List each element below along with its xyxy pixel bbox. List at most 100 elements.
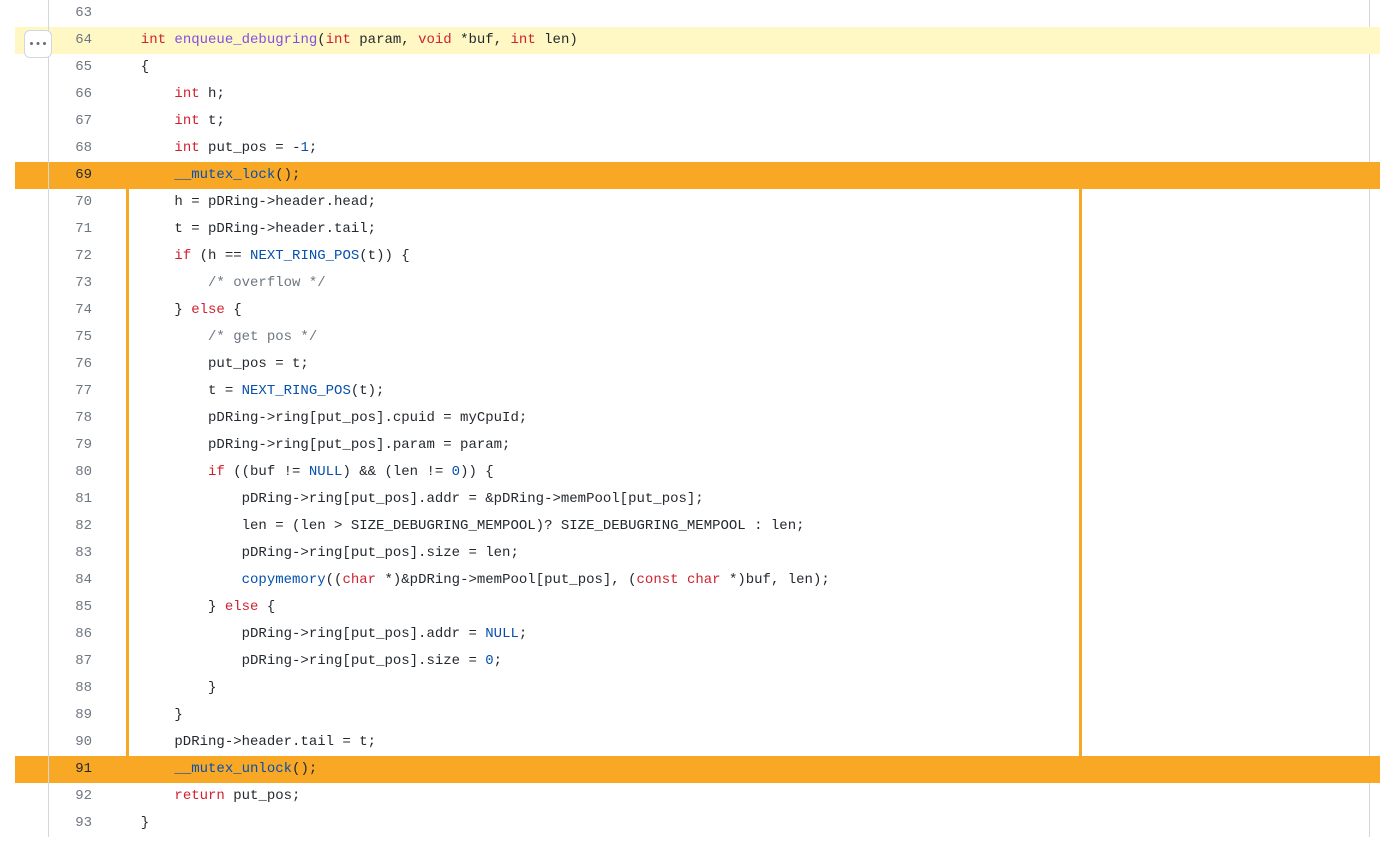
line-number[interactable]: 78: [15, 405, 110, 432]
code-line[interactable]: 91 __mutex_unlock();: [15, 756, 1380, 783]
line-number[interactable]: 84: [15, 567, 110, 594]
code-line[interactable]: 69 __mutex_lock();: [15, 162, 1380, 189]
code-line[interactable]: 72 if (h == NEXT_RING_POS(t)) {: [15, 243, 1380, 270]
code-content[interactable]: t = NEXT_RING_POS(t);: [110, 378, 1380, 405]
code-content[interactable]: len = (len > SIZE_DEBUGRING_MEMPOOL)? SI…: [110, 513, 1380, 540]
code-token: [124, 572, 242, 588]
code-line[interactable]: 67 int t;: [15, 108, 1380, 135]
code-line[interactable]: 70 h = pDRing->header.head;: [15, 189, 1380, 216]
code-content[interactable]: /* get pos */: [110, 324, 1380, 351]
line-number[interactable]: 70: [15, 189, 110, 216]
line-number[interactable]: 91: [15, 756, 110, 783]
code-content[interactable]: pDRing->ring[put_pos].size = 0;: [110, 648, 1380, 675]
code-line[interactable]: 66 int h;: [15, 81, 1380, 108]
line-number[interactable]: 80: [15, 459, 110, 486]
line-number[interactable]: 72: [15, 243, 110, 270]
code-line[interactable]: 85 } else {: [15, 594, 1380, 621]
code-line[interactable]: 65 {: [15, 54, 1380, 81]
code-line[interactable]: 63: [15, 0, 1380, 27]
line-number[interactable]: 85: [15, 594, 110, 621]
code-line[interactable]: 76 put_pos = t;: [15, 351, 1380, 378]
code-content[interactable]: pDRing->ring[put_pos].addr = NULL;: [110, 621, 1380, 648]
code-line[interactable]: 84 copymemory((char *)&pDRing->memPool[p…: [15, 567, 1380, 594]
code-content[interactable]: }: [110, 675, 1380, 702]
line-number[interactable]: 75: [15, 324, 110, 351]
code-line[interactable]: 89 }: [15, 702, 1380, 729]
line-actions-button[interactable]: [24, 30, 52, 58]
code-content[interactable]: } else {: [110, 594, 1380, 621]
line-number[interactable]: 92: [15, 783, 110, 810]
code-content[interactable]: put_pos = t;: [110, 351, 1380, 378]
code-line[interactable]: 81 pDRing->ring[put_pos].addr = &pDRing-…: [15, 486, 1380, 513]
line-number[interactable]: 69: [15, 162, 110, 189]
code-line[interactable]: 90 pDRing->header.tail = t;: [15, 729, 1380, 756]
line-number[interactable]: 63: [15, 0, 110, 27]
code-content[interactable]: t = pDRing->header.tail;: [110, 216, 1380, 243]
code-content[interactable]: }: [110, 702, 1380, 729]
code-content[interactable]: } else {: [110, 297, 1380, 324]
code-content[interactable]: [110, 0, 1380, 27]
line-number[interactable]: 90: [15, 729, 110, 756]
code-content[interactable]: int put_pos = -1;: [110, 135, 1380, 162]
line-number[interactable]: 79: [15, 432, 110, 459]
code-content[interactable]: {: [110, 54, 1380, 81]
code-content[interactable]: pDRing->ring[put_pos].param = param;: [110, 432, 1380, 459]
code-token: copymemory: [242, 572, 326, 588]
code-content[interactable]: pDRing->ring[put_pos].size = len;: [110, 540, 1380, 567]
line-number[interactable]: 65: [15, 54, 110, 81]
code-line[interactable]: 83 pDRing->ring[put_pos].size = len;: [15, 540, 1380, 567]
code-line[interactable]: 80 if ((buf != NULL) && (len != 0)) {: [15, 459, 1380, 486]
line-number[interactable]: 83: [15, 540, 110, 567]
code-content[interactable]: h = pDRing->header.head;: [110, 189, 1380, 216]
line-number[interactable]: 77: [15, 378, 110, 405]
line-number[interactable]: 87: [15, 648, 110, 675]
code-line[interactable]: 93 }: [15, 810, 1380, 837]
code-line[interactable]: 92 return put_pos;: [15, 783, 1380, 810]
line-number[interactable]: 82: [15, 513, 110, 540]
code-line[interactable]: 78 pDRing->ring[put_pos].cpuid = myCpuId…: [15, 405, 1380, 432]
line-number[interactable]: 81: [15, 486, 110, 513]
line-number[interactable]: 86: [15, 621, 110, 648]
code-token: char: [342, 572, 376, 588]
line-number[interactable]: 88: [15, 675, 110, 702]
code-content[interactable]: int t;: [110, 108, 1380, 135]
code-line[interactable]: 68 int put_pos = -1;: [15, 135, 1380, 162]
line-number[interactable]: 71: [15, 216, 110, 243]
code-token: put_pos;: [225, 788, 301, 804]
line-number[interactable]: 74: [15, 297, 110, 324]
code-content[interactable]: pDRing->ring[put_pos].addr = &pDRing->me…: [110, 486, 1380, 513]
code-line[interactable]: 75 /* get pos */: [15, 324, 1380, 351]
code-line[interactable]: 73 /* overflow */: [15, 270, 1380, 297]
code-line[interactable]: 87 pDRing->ring[put_pos].size = 0;: [15, 648, 1380, 675]
code-content[interactable]: pDRing->ring[put_pos].cpuid = myCpuId;: [110, 405, 1380, 432]
code-content[interactable]: __mutex_unlock();: [110, 756, 1380, 783]
code-token: (h ==: [191, 248, 250, 264]
code-content[interactable]: __mutex_lock();: [110, 162, 1380, 189]
code-line[interactable]: 82 len = (len > SIZE_DEBUGRING_MEMPOOL)?…: [15, 513, 1380, 540]
code-token: {: [124, 59, 149, 75]
line-number[interactable]: 93: [15, 810, 110, 837]
code-line[interactable]: 64 int enqueue_debugring(int param, void…: [15, 27, 1380, 54]
line-number[interactable]: 68: [15, 135, 110, 162]
line-number[interactable]: 73: [15, 270, 110, 297]
line-number[interactable]: 67: [15, 108, 110, 135]
line-number[interactable]: 76: [15, 351, 110, 378]
code-content[interactable]: /* overflow */: [110, 270, 1380, 297]
code-line[interactable]: 79 pDRing->ring[put_pos].param = param;: [15, 432, 1380, 459]
code-content[interactable]: }: [110, 810, 1380, 837]
code-content[interactable]: if (h == NEXT_RING_POS(t)) {: [110, 243, 1380, 270]
line-number[interactable]: 89: [15, 702, 110, 729]
line-number[interactable]: 66: [15, 81, 110, 108]
code-line[interactable]: 71 t = pDRing->header.tail;: [15, 216, 1380, 243]
code-content[interactable]: if ((buf != NULL) && (len != 0)) {: [110, 459, 1380, 486]
code-content[interactable]: pDRing->header.tail = t;: [110, 729, 1380, 756]
code-content[interactable]: int enqueue_debugring(int param, void *b…: [110, 27, 1380, 54]
code-content[interactable]: copymemory((char *)&pDRing->memPool[put_…: [110, 567, 1380, 594]
code-line[interactable]: 77 t = NEXT_RING_POS(t);: [15, 378, 1380, 405]
code-line[interactable]: 74 } else {: [15, 297, 1380, 324]
code-content[interactable]: return put_pos;: [110, 783, 1380, 810]
code-content[interactable]: int h;: [110, 81, 1380, 108]
code-line[interactable]: 88 }: [15, 675, 1380, 702]
code-line[interactable]: 86 pDRing->ring[put_pos].addr = NULL;: [15, 621, 1380, 648]
code-token: *buf,: [452, 32, 511, 48]
